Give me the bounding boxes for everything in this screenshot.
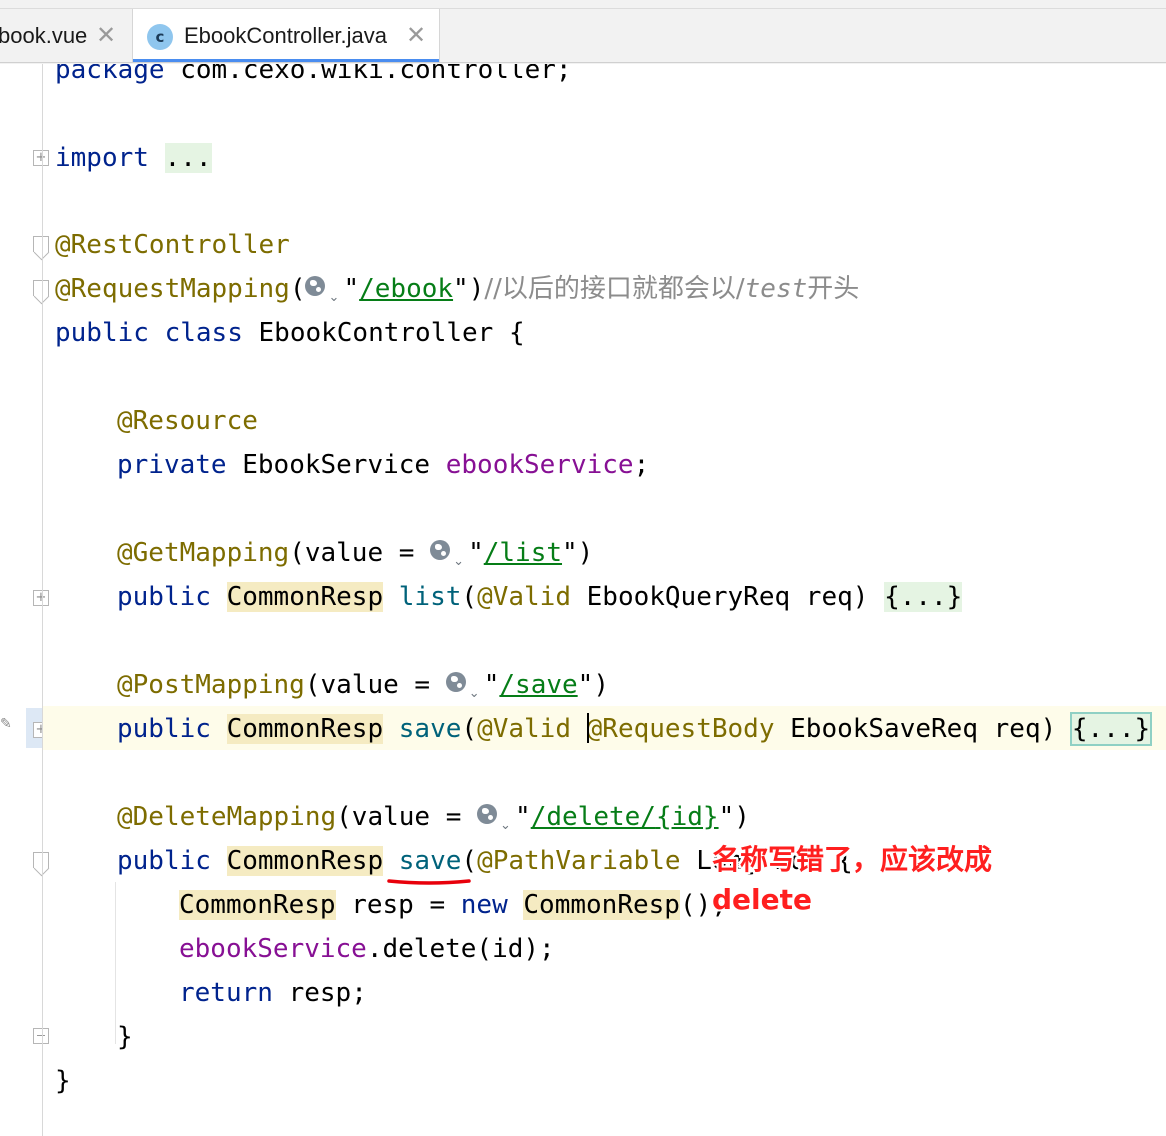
code-line-return: return resp; — [179, 978, 367, 1008]
code-line-list-method: public CommonResp list(@Valid EbookQuery… — [117, 582, 963, 612]
globe-icon[interactable]: ⌄ — [430, 538, 468, 569]
globe-icon[interactable]: ⌄ — [477, 802, 515, 833]
code-line-get-mapping: @GetMapping(value = ⌄ "/list") — [117, 538, 594, 569]
folded-method-body[interactable]: {...} — [884, 582, 963, 612]
code-line-class-close: } — [55, 1066, 71, 1096]
tab-book-vue[interactable]: book.vue ✕ — [0, 9, 133, 62]
code-line-rest-controller: @RestController — [55, 230, 290, 260]
tab-bar-divider — [0, 62, 1166, 63]
close-icon[interactable]: ✕ — [406, 21, 426, 49]
annotation-note-line2: delete — [712, 883, 812, 916]
code-line-delete-call: ebookService.delete(id); — [179, 934, 555, 964]
annotation-note: 名称写错了，应该改成 delete — [712, 840, 992, 920]
code-line-package: package com.cexo.wiki.controller; — [55, 64, 572, 85]
editor-gutter: + + ✎ + — [0, 64, 49, 1136]
folded-imports[interactable]: ... — [164, 143, 212, 173]
text-cursor — [586, 712, 589, 743]
indent-guide — [115, 882, 116, 1044]
globe-icon[interactable]: ⌄ — [445, 670, 484, 701]
tab-label: book.vue — [0, 23, 88, 48]
code-line-resource: @Resource — [117, 406, 258, 436]
code-line-service-field: private EbookService ebookService; — [117, 450, 650, 480]
code-editor[interactable]: package com.cexo.wiki.controller; import… — [43, 64, 1166, 1136]
code-line-post-mapping: @PostMapping(value = ⌄ "/save") — [117, 670, 609, 701]
red-underline-mark — [387, 879, 471, 885]
misnamed-method: save — [398, 846, 462, 876]
code-line-save-method: public CommonResp save(@Valid @RequestBo… — [117, 712, 1153, 746]
code-line-resp-declaration: CommonResp resp = new CommonResp(); — [179, 890, 727, 920]
code-line-method-close: } — [117, 1022, 133, 1052]
code-line-request-mapping: @RequestMapping(⌄ "/ebook")//以后的接口就都会以/te… — [55, 274, 860, 305]
pencil-icon[interactable]: ✎ — [0, 716, 14, 732]
folded-method-body[interactable]: {...} — [1069, 712, 1153, 746]
tab-label: EbookController.java — [184, 23, 388, 48]
globe-icon[interactable]: ⌄ — [305, 274, 343, 305]
code-line-import: import ... — [55, 143, 212, 173]
editor-tab-bar: book.vue ✕ c EbookController.java ✕ — [0, 0, 1166, 64]
close-icon[interactable]: ✕ — [96, 21, 116, 49]
code-line-class-declaration: public class EbookController { — [55, 318, 525, 348]
java-class-icon: c — [147, 24, 173, 50]
tab-bar-top-strip — [0, 0, 1166, 9]
annotation-note-line1: 名称写错了，应该改成 — [712, 843, 993, 876]
tab-ebookcontroller-java[interactable]: c EbookController.java ✕ — [133, 9, 440, 63]
code-line-delete-mapping: @DeleteMapping(value = ⌄ "/delete/{id}") — [117, 802, 750, 833]
